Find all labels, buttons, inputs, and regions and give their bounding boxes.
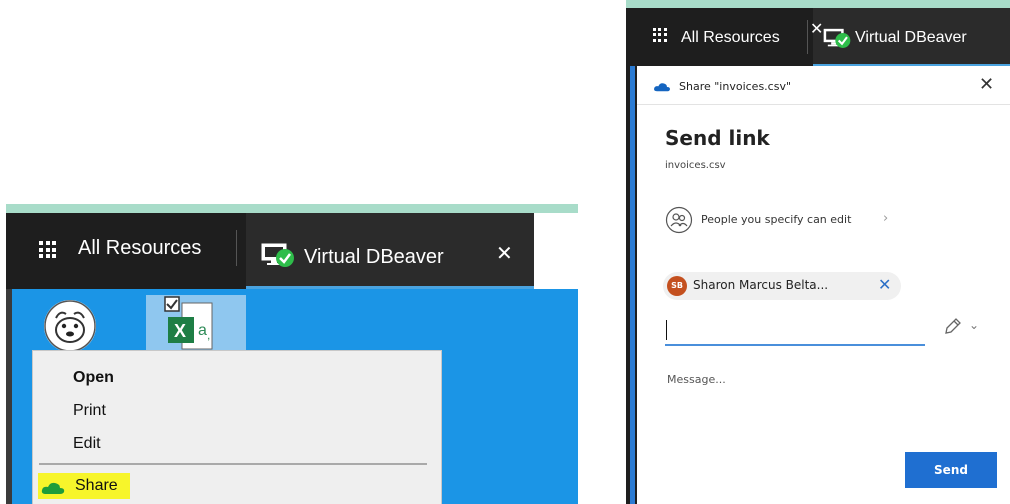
menu-item-print[interactable]: Print	[33, 396, 441, 426]
remove-recipient-icon[interactable]: ✕	[878, 275, 891, 294]
menu-item-label: Open	[73, 369, 114, 386]
desktop-edge	[6, 289, 12, 504]
apps-grid-icon[interactable]	[39, 241, 57, 259]
context-menu: Open Print Edit Share	[32, 350, 442, 504]
window-top-strip	[6, 204, 578, 213]
chevron-right-icon: ›	[883, 211, 889, 226]
tab-virtual-dbeaver[interactable]: Virtual DBeaver	[813, 8, 1010, 66]
tab-label: Virtual DBeaver	[855, 29, 967, 46]
menu-divider	[39, 463, 427, 465]
send-link-heading: Send link	[665, 126, 770, 150]
send-button[interactable]: Send	[905, 452, 997, 488]
menu-item-share[interactable]: Share	[33, 471, 441, 501]
recipient-name: Sharon Marcus Belta...	[693, 278, 829, 292]
apps-grid-icon[interactable]	[653, 28, 667, 42]
text-caret	[666, 320, 667, 340]
tab-divider	[807, 20, 808, 54]
tab-all-resources[interactable]: All Resources	[78, 237, 201, 260]
tab-virtual-dbeaver[interactable]: Virtual DBeaver ✕	[246, 213, 534, 289]
share-dialog: Share "invoices.csv" ✕ Send link invoice…	[637, 66, 1010, 504]
people-icon	[665, 206, 693, 234]
left-remote-session: All Resources Virtual DBeaver ✕ X a , Op…	[6, 204, 578, 504]
avatar: SB	[667, 276, 687, 296]
right-remote-session: All Resources Virtual DBeaver ✕ Share "i…	[626, 0, 1010, 504]
chevron-down-icon[interactable]: ⌄	[969, 318, 979, 332]
window-top-strip	[626, 0, 1010, 8]
svg-text:X: X	[174, 321, 186, 341]
virtual-desktop-icon	[261, 243, 294, 267]
tab-close-icon[interactable]: ✕	[810, 19, 823, 38]
tab-divider	[236, 230, 237, 266]
dialog-accent-bar	[630, 66, 635, 504]
menu-item-edit[interactable]: Edit	[33, 429, 441, 459]
svg-text:,: ,	[207, 328, 210, 342]
background-gap	[534, 213, 578, 289]
dialog-header: Share "invoices.csv" ✕	[637, 66, 1010, 105]
link-permission-setting[interactable]: People you specify can edit ›	[665, 206, 965, 234]
recipient-input[interactable]	[665, 316, 925, 346]
file-name: invoices.csv	[665, 160, 726, 171]
dialog-title: Share "invoices.csv"	[679, 80, 792, 93]
pencil-icon[interactable]	[943, 316, 963, 336]
dialog-close-icon[interactable]: ✕	[979, 74, 994, 95]
onedrive-cloud-icon	[41, 482, 65, 494]
tab-close-icon[interactable]: ✕	[496, 241, 513, 265]
onedrive-cloud-icon	[654, 83, 670, 92]
virtual-desktop-icon	[823, 28, 851, 48]
recipient-chip: SB Sharon Marcus Belta... ✕	[663, 272, 901, 300]
menu-item-label: Print	[73, 402, 106, 419]
tab-label: Virtual DBeaver	[304, 246, 444, 268]
menu-item-open[interactable]: Open	[33, 363, 441, 393]
svg-text:a: a	[198, 322, 207, 339]
dbeaver-icon[interactable]	[44, 300, 96, 352]
permission-text: People you specify can edit	[701, 213, 852, 226]
message-field[interactable]	[665, 371, 989, 425]
menu-item-label: Edit	[73, 435, 101, 452]
tab-all-resources[interactable]: All Resources	[681, 29, 780, 47]
menu-item-label: Share	[75, 477, 118, 494]
